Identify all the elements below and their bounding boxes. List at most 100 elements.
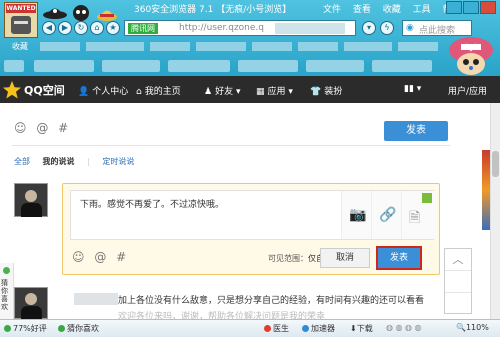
status-download[interactable]: ⬇下载	[350, 323, 373, 334]
favorite-star-icon[interactable]: ★	[106, 21, 120, 35]
tab-item[interactable]	[34, 60, 94, 72]
tab-scheduled-posts[interactable]: 定时说说	[102, 157, 134, 166]
friends-icon: ♟	[204, 87, 213, 97]
status-dot-icon	[3, 267, 10, 274]
emoji-icon[interactable]: ☺	[14, 121, 27, 135]
favorite-item[interactable]	[196, 42, 246, 51]
top-compose-bar: ☺ @ # 发表	[12, 116, 450, 146]
chopper-mascot-icon	[449, 37, 493, 75]
tab-all[interactable]: 全部	[14, 157, 30, 166]
qzone-title[interactable]: QQ空间	[24, 82, 65, 98]
download-icon: ⬇	[350, 324, 357, 333]
link-button[interactable]: 🔗	[371, 191, 401, 239]
back-to-top-icon[interactable]: ︿	[445, 249, 471, 271]
favorite-item[interactable]	[150, 42, 190, 51]
maximize-button[interactable]	[463, 1, 479, 14]
compose-textarea[interactable]: 下雨。感觉不再爱了。不过凉快哦。 📷 🔗 🗎	[70, 190, 435, 240]
tab-separator: |	[87, 157, 90, 166]
top-publish-button[interactable]: 发表	[384, 121, 448, 141]
status-accelerator[interactable]: 加速器	[302, 323, 335, 334]
download-label: 下载	[356, 324, 373, 333]
compose-box: 下雨。感觉不再爱了。不过凉快哦。 📷 🔗 🗎 ☺ @ # 可见范围：仅自己 ▾ …	[62, 183, 440, 275]
home-icon[interactable]: ⌂	[90, 21, 104, 35]
compose-footer: ☺ @ # 可见范围：仅自己 ▾ 取消 发表	[70, 246, 434, 270]
photo-button[interactable]: 📷	[341, 191, 371, 239]
favorite-item[interactable]	[398, 42, 438, 51]
favorite-item[interactable]	[86, 42, 144, 51]
dropdown-icon[interactable]: ▾	[362, 21, 376, 35]
back-icon[interactable]: ◀	[42, 21, 56, 35]
avatar[interactable]	[14, 183, 48, 217]
browser-chrome: WANTED 360安全浏览器 7.1 【无痕/小号浏览】 文件 查看 收藏 工…	[0, 0, 500, 76]
apps-icon: ▦	[256, 87, 265, 97]
close-button[interactable]	[480, 1, 496, 14]
address-bar[interactable]: 腾讯网 http://user.qzone.q	[124, 20, 356, 36]
rating-icon	[4, 325, 11, 332]
tab-icon[interactable]	[4, 60, 24, 72]
scrollbar-thumb[interactable]	[492, 151, 499, 177]
tab-my-posts[interactable]: 我的说说	[43, 157, 75, 166]
lightning-icon[interactable]: ϟ	[380, 21, 394, 35]
doctor-label: 医生	[273, 324, 289, 333]
accelerator-label: 加速器	[311, 324, 335, 333]
tab-item[interactable]	[372, 60, 432, 72]
nav-personal-center[interactable]: 👤 个人中心	[78, 84, 128, 97]
status-bar: 77%好评 猜你喜欢 医生 加速器 ⬇下载 ◍ ◍ ◍ ◍ 🔍110%	[0, 319, 500, 337]
forward-icon[interactable]: ▶	[58, 21, 72, 35]
float-tool-button[interactable]	[445, 293, 471, 313]
person-icon: 👤	[78, 87, 90, 97]
compose-text[interactable]: 下雨。感觉不再爱了。不过凉快哦。	[80, 197, 224, 210]
menu-file[interactable]: 文件	[323, 5, 341, 15]
menu-view[interactable]: 查看	[353, 5, 371, 15]
tab-item[interactable]	[168, 60, 230, 72]
topic-icon[interactable]: #	[116, 250, 126, 264]
more-media-button[interactable]: 🗎	[401, 191, 435, 239]
status-rating[interactable]: 77%好评	[4, 323, 47, 334]
nav-my-homepage-label: 我的主页	[144, 87, 181, 97]
camera-icon: 📷	[349, 207, 367, 223]
minimize-button[interactable]	[446, 1, 462, 14]
status-tool-icons[interactable]: ◍ ◍ ◍ ◍	[386, 323, 422, 332]
emoji-icon[interactable]: ☺	[72, 250, 85, 264]
avatar[interactable]	[14, 287, 48, 319]
nav-my-homepage[interactable]: ⌂ 我的主页	[136, 84, 181, 97]
menu-tools[interactable]: 工具	[413, 5, 431, 15]
floating-toolbar: ︿	[444, 248, 472, 314]
feed-tabs: 全部 我的说说 | 定时说说	[14, 156, 144, 167]
favorite-item[interactable]	[298, 42, 338, 51]
rating-label: 77%好评	[13, 324, 47, 333]
float-tool-button[interactable]	[445, 271, 471, 293]
tab-item[interactable]	[238, 60, 298, 72]
nav-apps-label: 应用	[267, 87, 286, 97]
at-icon[interactable]: @	[94, 250, 106, 264]
nav-user-apps[interactable]: 用户/应用	[448, 84, 487, 97]
favorites-label[interactable]: 收藏	[12, 41, 28, 52]
doctor-icon	[264, 325, 271, 332]
refresh-icon[interactable]: ↻	[74, 21, 88, 35]
signal-bars-icon[interactable]: ▮▮ ▾	[404, 84, 421, 94]
nav-apps[interactable]: ▦ 应用 ▾	[256, 84, 293, 97]
publish-button[interactable]: 发表	[376, 246, 422, 270]
tab-item[interactable]	[102, 60, 160, 72]
status-doctor[interactable]: 医生	[264, 323, 289, 334]
menu-favorites[interactable]: 收藏	[383, 5, 401, 15]
page-scrollbar[interactable]	[490, 103, 500, 319]
nav-friends[interactable]: ♟ 好友 ▾	[204, 84, 240, 97]
qzone-star-icon[interactable]	[2, 80, 22, 100]
at-icon[interactable]: @	[36, 121, 48, 135]
favorite-item[interactable]	[252, 42, 292, 51]
favorite-item[interactable]	[40, 42, 80, 51]
address-url[interactable]: http://user.qzone.q	[179, 23, 264, 33]
favorite-item[interactable]	[344, 42, 392, 51]
guess-you-like-panel[interactable]: 猜你喜欢	[0, 263, 14, 319]
tab-item[interactable]	[306, 60, 364, 72]
nav-dressup[interactable]: 👕 装扮	[310, 84, 342, 97]
cancel-button[interactable]: 取消	[320, 248, 370, 268]
new-badge	[422, 193, 432, 203]
side-ad-banner[interactable]	[482, 150, 490, 230]
status-zoom[interactable]: 🔍110%	[456, 323, 489, 332]
accelerator-icon	[302, 325, 309, 332]
topic-icon[interactable]: #	[58, 121, 68, 135]
status-guess[interactable]: 猜你喜欢	[58, 323, 99, 334]
zoom-level: 110%	[465, 323, 489, 332]
